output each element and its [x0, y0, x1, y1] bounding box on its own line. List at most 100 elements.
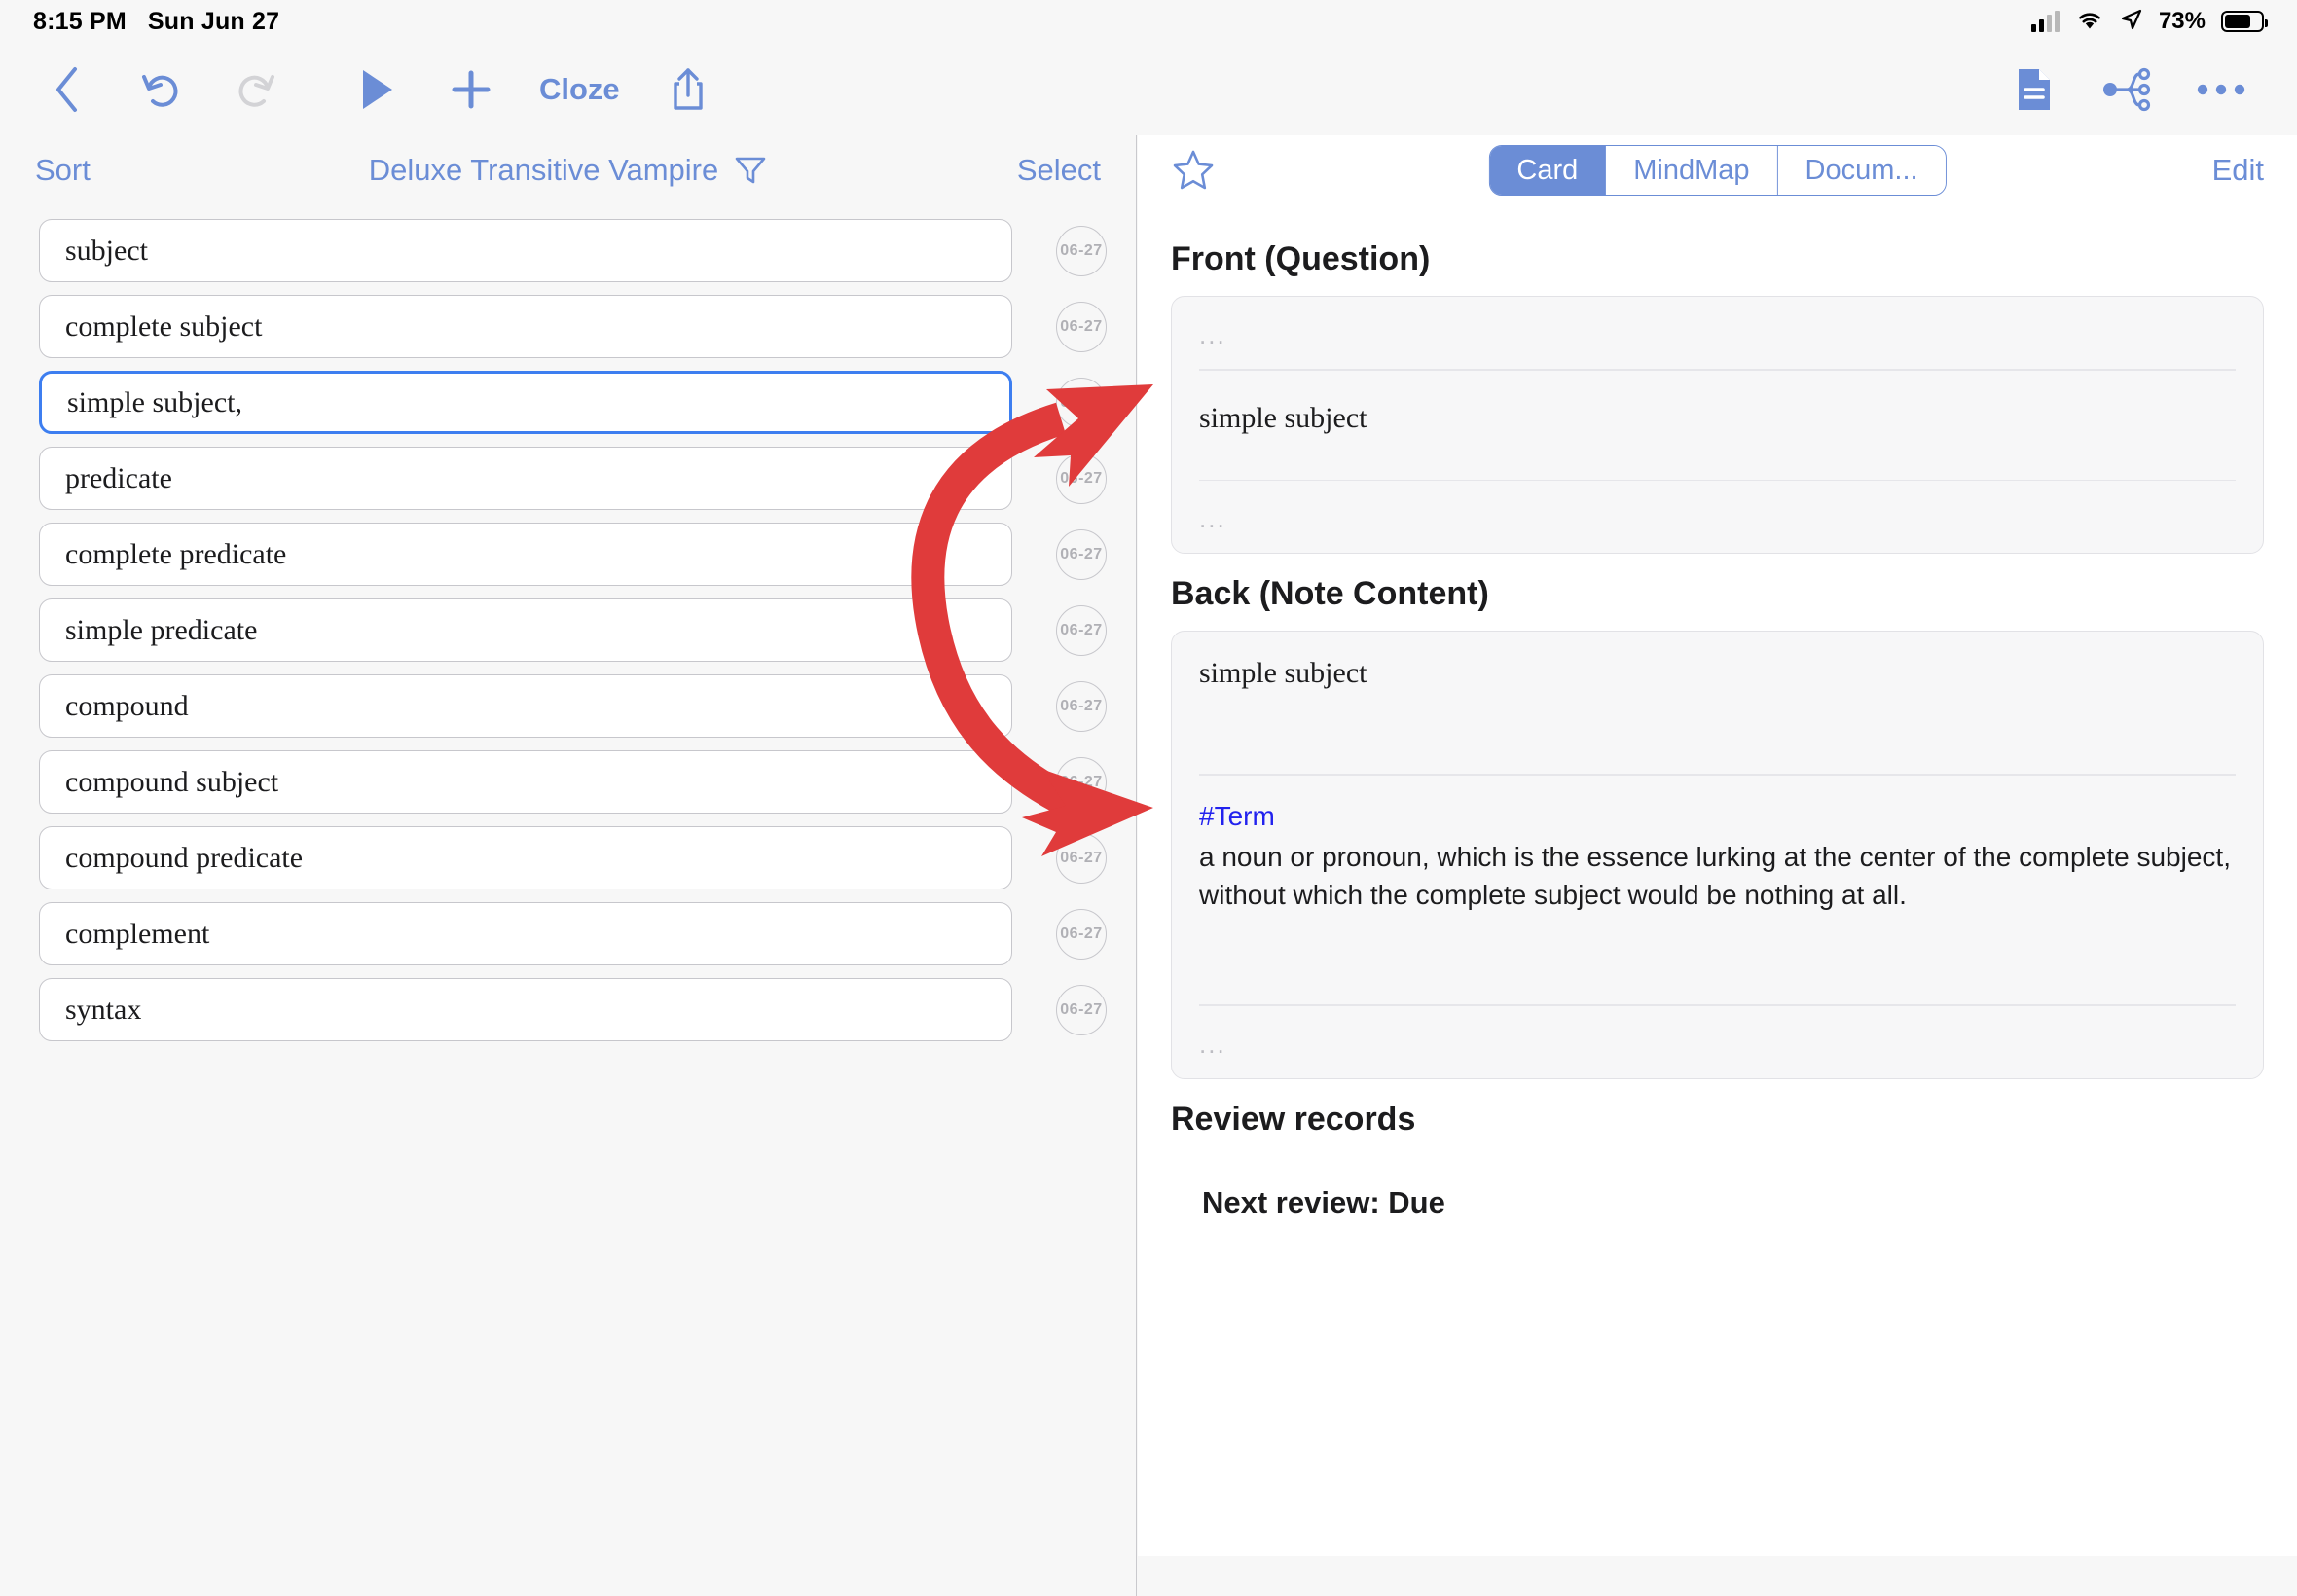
list-item-card[interactable]: compound subject — [39, 750, 1012, 814]
edit-button[interactable]: Edit — [2212, 153, 2264, 188]
back-button[interactable] — [21, 43, 115, 135]
toolbar-right-group — [1987, 43, 2297, 135]
more-button[interactable] — [2174, 43, 2268, 135]
list-item-card[interactable]: simple subject, — [39, 371, 1012, 434]
list-item[interactable]: subject 06-27 — [0, 219, 1136, 282]
list-item-date-badge[interactable]: 06-27 — [1056, 453, 1107, 504]
add-button[interactable] — [424, 43, 518, 135]
front-placeholder-bottom: ... — [1199, 504, 1226, 533]
list-item-card[interactable]: compound predicate — [39, 826, 1012, 889]
list-item-card[interactable]: complete subject — [39, 295, 1012, 358]
list-item-date-badge[interactable]: 06-27 — [1056, 301, 1107, 352]
undo-button[interactable] — [115, 43, 208, 135]
next-review-text: Next review: Due — [1202, 1184, 1445, 1219]
status-time: 8:15 PM — [33, 7, 127, 35]
detail-header: Card MindMap Docum... Edit — [1138, 135, 2297, 205]
sort-button[interactable]: Sort — [35, 153, 91, 188]
list-item[interactable]: compound 06-27 — [0, 674, 1136, 738]
status-date: Sun Jun 27 — [147, 7, 280, 35]
back-body-block[interactable]: #Term a noun or pronoun, which is the es… — [1199, 776, 2236, 1005]
mindmap-button[interactable] — [2081, 43, 2174, 135]
list-item-label: compound predicate — [65, 841, 304, 874]
view-mode-segment-docum[interactable]: Docum... — [1777, 146, 1946, 195]
view-mode-segmented-control: Card MindMap Docum... — [1488, 145, 1947, 196]
review-heading: Review records — [1171, 1100, 1416, 1138]
list-item-date-badge[interactable]: 06-27 — [1056, 680, 1107, 732]
list-item-label: simple subject, — [67, 385, 242, 418]
list-item-date-badge[interactable]: 06-27 — [1056, 756, 1107, 808]
list-item-label: simple predicate — [65, 613, 258, 646]
share-button[interactable] — [641, 43, 735, 135]
content-area: Sort Deluxe Transitive Vampire Select su… — [0, 135, 2297, 1596]
list-item[interactable]: compound subject 06-27 — [0, 750, 1136, 814]
list-header: Sort Deluxe Transitive Vampire Select — [0, 135, 1136, 205]
wifi-icon — [2075, 8, 2104, 36]
card-detail-pane: Card MindMap Docum... Edit Front (Question… — [1138, 135, 2297, 1556]
front-panel[interactable]: ... simple subject ... — [1171, 296, 2264, 554]
card-list: subject 06-27 complete subject 06-27 simple … — [0, 205, 1136, 1041]
select-button[interactable]: Select — [1017, 153, 1101, 188]
list-item[interactable]: simple subject, 06-27 — [0, 371, 1136, 434]
status-bar-left: 8:15 PM Sun Jun 27 — [33, 8, 279, 36]
list-item-card[interactable]: subject — [39, 219, 1012, 282]
list-item[interactable]: complete subject 06-27 — [0, 295, 1136, 358]
list-item[interactable]: complete predicate 06-27 — [0, 523, 1136, 586]
list-item-date-badge[interactable]: 06-27 — [1056, 832, 1107, 884]
location-arrow-icon — [2120, 8, 2143, 36]
front-value[interactable]: simple subject — [1199, 371, 2236, 480]
play-button[interactable] — [331, 43, 424, 135]
back-tag[interactable]: #Term — [1199, 801, 2236, 832]
list-item-label: predicate — [65, 461, 172, 494]
list-item-card[interactable]: complement — [39, 902, 1012, 965]
list-item-date-badge[interactable]: 06-27 — [1056, 604, 1107, 656]
list-item-card[interactable]: complete predicate — [39, 523, 1012, 586]
front-heading: Front (Question) — [1171, 240, 1431, 277]
list-item-card[interactable]: syntax — [39, 978, 1012, 1041]
star-icon[interactable] — [1171, 148, 1216, 193]
cellular-signal-icon — [2030, 11, 2060, 32]
list-item-card[interactable]: simple predicate — [39, 598, 1012, 662]
list-item-date-badge[interactable]: 06-27 — [1056, 908, 1107, 960]
document-button[interactable] — [1987, 43, 2081, 135]
list-item-date-badge[interactable]: 06-27 — [1056, 528, 1107, 580]
list-item[interactable]: syntax 06-27 — [0, 978, 1136, 1041]
list-item-card[interactable]: predicate — [39, 447, 1012, 510]
filter-icon[interactable] — [734, 154, 767, 187]
battery-percent: 73% — [2158, 8, 2206, 34]
back-value[interactable]: simple subject — [1199, 632, 2236, 774]
list-item-label: compound — [65, 689, 189, 722]
list-item-label: subject — [65, 234, 148, 267]
list-item[interactable]: compound predicate 06-27 — [0, 826, 1136, 889]
list-item-date-badge[interactable]: 06-27 — [1056, 377, 1107, 428]
redo-button[interactable] — [208, 43, 302, 135]
list-item-label: complement — [65, 917, 210, 950]
top-toolbar: Cloze — [0, 43, 2297, 135]
view-mode-segment-mindmap[interactable]: MindMap — [1606, 146, 1778, 195]
app-screen: 8:15 PM Sun Jun 27 73% Cloze Sort Deluxe… — [0, 0, 2297, 1596]
toolbar-left-group: Cloze — [0, 43, 735, 135]
list-item-label: syntax — [65, 993, 142, 1026]
status-bar-right: 73% — [2030, 8, 2268, 36]
back-placeholder-bottom: ... — [1199, 1029, 1226, 1059]
status-bar: 8:15 PM Sun Jun 27 73% — [0, 0, 2297, 43]
card-list-pane: Sort Deluxe Transitive Vampire Select su… — [0, 135, 1137, 1596]
list-item-card[interactable]: compound — [39, 674, 1012, 738]
view-mode-segment-card[interactable]: Card — [1489, 146, 1607, 195]
list-title-group: Deluxe Transitive Vampire — [0, 153, 1136, 188]
list-item-label: compound subject — [65, 765, 279, 798]
list-item-date-badge[interactable]: 06-27 — [1056, 225, 1107, 276]
detail-body: Front (Question) ... simple subject ... … — [1138, 205, 2297, 1220]
deck-title[interactable]: Deluxe Transitive Vampire — [369, 153, 719, 188]
battery-icon — [2221, 11, 2268, 32]
list-item-label: complete subject — [65, 309, 263, 343]
cloze-button[interactable]: Cloze — [518, 43, 641, 135]
list-item[interactable]: predicate 06-27 — [0, 447, 1136, 510]
list-item[interactable]: simple predicate 06-27 — [0, 598, 1136, 662]
back-heading: Back (Note Content) — [1171, 575, 1489, 612]
list-item[interactable]: complement 06-27 — [0, 902, 1136, 965]
back-panel[interactable]: simple subject #Term a noun or pronoun, … — [1171, 631, 2264, 1079]
list-item-label: complete predicate — [65, 537, 287, 570]
list-item-date-badge[interactable]: 06-27 — [1056, 984, 1107, 1035]
cloze-button-label: Cloze — [539, 71, 620, 106]
back-body-text: a noun or pronoun, which is the essence … — [1199, 841, 2231, 911]
